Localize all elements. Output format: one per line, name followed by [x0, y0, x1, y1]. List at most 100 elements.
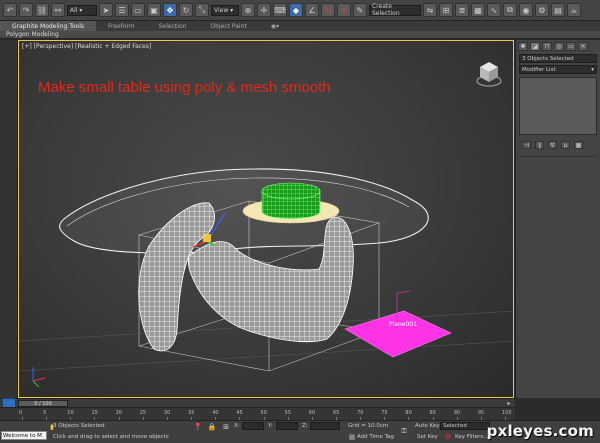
- ribbon-options-icon[interactable]: ◉▾: [259, 21, 291, 31]
- window-crossing-icon[interactable]: ▣: [147, 3, 161, 17]
- object-name-field[interactable]: 3 Objects Selected: [519, 54, 597, 63]
- timeline-tick-label: 95: [477, 410, 485, 416]
- render-production-icon[interactable]: ☕: [567, 3, 581, 17]
- tab-object-paint[interactable]: Object Paint: [198, 21, 258, 31]
- schematic-view-icon[interactable]: ⧉: [503, 3, 517, 17]
- time-slider-handle[interactable]: 0 / 100: [18, 400, 68, 407]
- pin-stack-icon[interactable]: ⊣: [522, 141, 531, 149]
- chevron-down-icon: ▾: [591, 66, 594, 73]
- selection-filter-dropdown[interactable]: All ▾: [67, 4, 97, 16]
- pin-icon[interactable]: 📍: [194, 423, 203, 431]
- edit-named-selection-icon[interactable]: ✎: [353, 3, 367, 17]
- key-icon[interactable]: ⚿: [400, 427, 408, 435]
- select-object-icon[interactable]: ➤: [99, 3, 113, 17]
- timeline-tick-label: 35: [188, 410, 195, 416]
- pivot-center-icon[interactable]: ⊕: [241, 3, 255, 17]
- key-filters-button[interactable]: Key Filters...: [455, 434, 488, 440]
- display-tab-icon[interactable]: ▭: [566, 42, 576, 51]
- angle-snap-icon[interactable]: ∠: [305, 3, 319, 17]
- named-selection-dropdown[interactable]: Create Selection: [369, 3, 421, 17]
- timeline-tick-label: 100: [502, 410, 512, 416]
- tab-freeform[interactable]: Freeform: [96, 21, 147, 31]
- timeline-tick-label: 25: [139, 410, 147, 416]
- scale-icon[interactable]: ⤡: [195, 3, 209, 17]
- hierarchy-tab-icon[interactable]: ⊓: [542, 42, 552, 51]
- keyboard-shortcut-icon[interactable]: ⌨: [273, 3, 287, 17]
- timeline-tick-label: 60: [308, 410, 316, 416]
- key-mode-dropdown[interactable]: Selected: [440, 422, 490, 430]
- modifier-list-dropdown[interactable]: Modifier List ▾: [519, 65, 597, 74]
- link-icon[interactable]: ⛓: [35, 3, 49, 17]
- modifier-stack[interactable]: [519, 77, 597, 135]
- scene-wireframe: Plane001: [19, 168, 513, 388]
- main-toolbar: ↶ ↷ ⛓ ⚯ All ▾ ➤ ☰ ▭ ▣ ✥ ↻ ⤡ View ▾ ⊕ ✢ ⌨…: [0, 0, 600, 21]
- timeline-tick-label: 5: [43, 410, 47, 416]
- spinner-snap-icon[interactable]: ⇕: [337, 3, 351, 17]
- z-label: Z:: [302, 423, 308, 429]
- stack-tools: ⊣ ∥ ∀ ⌂ ▦: [516, 138, 600, 152]
- command-panel-tabs: ✱ ◢ ⊓ ◎ ▭ ✕: [516, 40, 600, 52]
- make-unique-icon[interactable]: ∀: [548, 141, 557, 149]
- motion-tab-icon[interactable]: ◎: [554, 42, 564, 51]
- show-end-result-icon[interactable]: ∥: [535, 141, 544, 149]
- rendered-frame-icon[interactable]: ▤: [551, 3, 565, 17]
- undo-icon[interactable]: ↶: [3, 3, 17, 17]
- rotate-icon[interactable]: ↻: [179, 3, 193, 17]
- redo-icon[interactable]: ↷: [19, 3, 33, 17]
- configure-sets-icon[interactable]: ▦: [574, 141, 583, 149]
- tab-graphite-modeling-tools[interactable]: Graphite Modeling Tools: [0, 21, 97, 31]
- select-manipulate-icon[interactable]: ✢: [257, 3, 271, 17]
- key-filters-icon[interactable]: ⚙: [444, 433, 452, 441]
- reference-coordinate-dropdown[interactable]: View ▾: [211, 4, 239, 16]
- x-label: X:: [234, 423, 240, 429]
- add-time-tag[interactable]: Add Time Tag: [357, 434, 394, 440]
- selection-filter-value: All: [70, 6, 78, 14]
- set-key-button[interactable]: Set Key: [417, 434, 438, 440]
- render-setup-icon[interactable]: ⚙: [535, 3, 549, 17]
- layer-manager-icon[interactable]: ≣: [455, 3, 469, 17]
- lock-selection-icon[interactable]: 🔒: [208, 423, 217, 431]
- material-editor-icon[interactable]: ◉: [519, 3, 533, 17]
- unlink-icon[interactable]: ⚯: [51, 3, 65, 17]
- remove-modifier-icon[interactable]: ⌂: [561, 141, 570, 149]
- move-icon[interactable]: ✥: [163, 3, 177, 17]
- object-name-value: 3 Objects Selected: [522, 55, 574, 62]
- z-coordinate-field[interactable]: [310, 422, 340, 430]
- reference-coordinate-value: View: [214, 6, 229, 14]
- x-coordinate-field[interactable]: [242, 422, 264, 430]
- track-bar[interactable]: 0 5 10 15 20 25 30 35 40 45 50 55 60 65 70 75 80 85 90 95 10…: [0, 407, 515, 420]
- rectangle-selection-icon[interactable]: ▭: [131, 3, 145, 17]
- modify-tab-icon[interactable]: ◢: [530, 42, 540, 51]
- percent-snap-icon[interactable]: %: [321, 3, 335, 17]
- timeline-tick-label: 75: [381, 410, 388, 416]
- perspective-viewport[interactable]: [+] [Perspective] [Realistic + Edged Faces…: [18, 40, 514, 398]
- timeline-tick-label: 20: [115, 410, 122, 416]
- ribbon-tabs: Graphite Modeling Tools Freeform Selecti…: [0, 21, 600, 31]
- timeline-tick-label: 0: [19, 410, 23, 416]
- grid-spacing: Grid = 10.0cm: [348, 423, 389, 429]
- time-slider[interactable]: ◂ 0 / 100 ▸: [0, 398, 515, 407]
- watermark-logo: pxleyes.com: [486, 422, 594, 440]
- timeline-tick-label: 15: [91, 410, 98, 416]
- align-icon[interactable]: ⊞: [439, 3, 453, 17]
- curve-editor-icon[interactable]: ∿: [487, 3, 501, 17]
- timeline-tick-label: 65: [332, 410, 340, 416]
- auto-key-button[interactable]: Auto Key: [415, 423, 440, 429]
- status-prompt: Click and drag to select and move object…: [53, 434, 169, 440]
- ribbon-panel: Polygon Modeling: [0, 31, 600, 39]
- select-by-name-icon[interactable]: ☰: [115, 3, 129, 17]
- ribbon-panel-label[interactable]: Polygon Modeling: [6, 31, 59, 38]
- timeline-tick-label: 70: [357, 410, 364, 416]
- maxscript-listener[interactable]: Welcome to M: [1, 431, 47, 440]
- utilities-tab-icon[interactable]: ✕: [578, 42, 588, 51]
- modifier-list-value: Modifier List: [522, 66, 556, 73]
- mirror-icon[interactable]: ⇋: [423, 3, 437, 17]
- create-tab-icon[interactable]: ✱: [518, 42, 528, 51]
- y-coordinate-field[interactable]: [276, 422, 298, 430]
- snap-toggle-icon[interactable]: ◆: [289, 3, 303, 17]
- absolute-mode-icon[interactable]: ⊞: [222, 423, 230, 431]
- plane-label: Plane001: [389, 321, 417, 328]
- tab-selection[interactable]: Selection: [147, 21, 199, 31]
- frame-counter: 0 / 100: [34, 400, 52, 407]
- graphite-toggle-icon[interactable]: ▦: [471, 3, 485, 17]
